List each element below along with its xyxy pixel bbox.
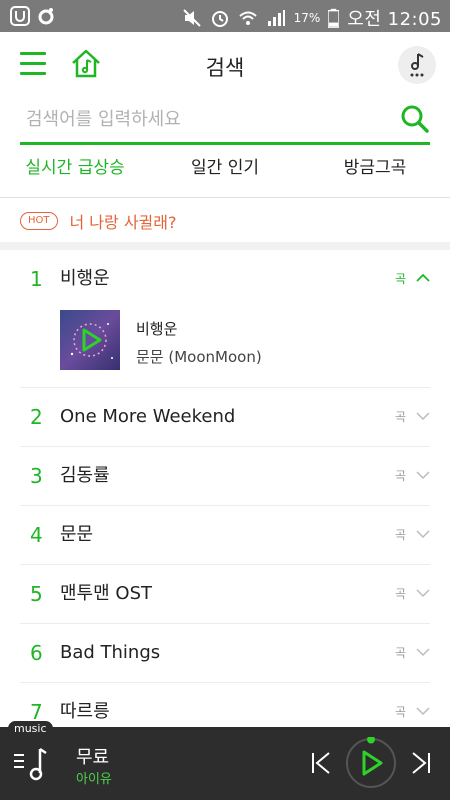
chart-row[interactable]: 5 맨투맨 OST 곡 (20, 565, 430, 624)
rank-number: 4 (30, 523, 43, 547)
alarm-icon (211, 11, 228, 27)
circle-icon (38, 8, 54, 25)
album-art[interactable] (60, 310, 120, 370)
battery-percent: 17% (293, 11, 321, 25)
song-title: 비행운 (136, 320, 178, 338)
mini-player: music 무료 아이유 (0, 721, 450, 800)
chevron-down-icon[interactable] (416, 704, 430, 718)
rank-keyword: One More Weekend (60, 406, 236, 427)
rank-keyword: Bad Things (60, 642, 161, 663)
rank-number: 6 (30, 641, 43, 665)
music-player-icon[interactable] (398, 46, 436, 84)
expanded-song-detail[interactable]: 비행운 문문 (MoonMoon) (20, 296, 430, 388)
signal-icon (267, 10, 285, 26)
rank-type: 곡 (394, 646, 406, 660)
chevron-up-icon[interactable] (416, 271, 430, 285)
rank-number: 2 (30, 405, 43, 429)
rank-keyword: 김동률 (60, 465, 110, 486)
battery-icon (328, 8, 340, 28)
rank-type: 곡 (394, 528, 406, 542)
now-playing-title[interactable]: 무료 (76, 743, 109, 769)
chart-tabs: 실시간 급상승 일간 인기 방금그곡 (0, 146, 450, 192)
mute-icon (182, 9, 201, 27)
search-input[interactable] (20, 102, 402, 136)
app-header: 검색 (0, 32, 450, 100)
clock: 오전 12:05 (347, 9, 442, 30)
rank-number: 5 (30, 582, 43, 606)
hot-keyword[interactable]: HOT 너 나랑 사귈래? (20, 207, 176, 235)
section-separator (0, 242, 450, 250)
rank-keyword: 맨투맨 OST (60, 583, 152, 604)
chevron-down-icon[interactable] (416, 586, 430, 600)
rank-type: 곡 (394, 469, 406, 483)
rank-type: 곡 (394, 410, 406, 424)
song-artist: 문문 (MoonMoon) (136, 348, 262, 366)
search-bar (20, 100, 430, 145)
divider (0, 197, 450, 198)
tab-realtime[interactable]: 실시간 급상승 (0, 146, 150, 192)
hot-keyword-text: 너 나랑 사귈래? (69, 213, 177, 232)
play-icon[interactable] (345, 737, 397, 789)
hot-badge: HOT (20, 212, 58, 230)
tab-just-that-song[interactable]: 방금그곡 (300, 146, 450, 192)
rank-number: 3 (30, 464, 43, 488)
chevron-down-icon[interactable] (416, 527, 430, 541)
chevron-down-icon[interactable] (416, 468, 430, 482)
tab-daily-popular[interactable]: 일간 인기 (150, 146, 300, 192)
chart-row[interactable]: 2 One More Weekend 곡 (20, 388, 430, 447)
next-icon[interactable] (410, 751, 432, 775)
play-overlay-icon (70, 323, 113, 359)
search-icon[interactable] (400, 104, 430, 134)
rank-keyword: 문문 (60, 524, 94, 545)
chart-row[interactable]: 3 김동률 곡 (20, 447, 430, 506)
now-playing-artist[interactable]: 아이유 (76, 768, 112, 787)
chart-row[interactable]: 4 문문 곡 (20, 506, 430, 565)
wifi-icon (238, 11, 257, 25)
status-bar: 17% 오전 12:05 (0, 0, 450, 32)
chevron-down-icon[interactable] (416, 409, 430, 423)
app-icon-u (10, 6, 30, 26)
rank-type: 곡 (394, 587, 406, 601)
playlist-icon[interactable] (12, 745, 52, 783)
chart-row[interactable]: 6 Bad Things 곡 (20, 624, 430, 683)
chevron-down-icon[interactable] (416, 645, 430, 659)
page-title: 검색 (205, 56, 245, 80)
music-tag: music (8, 721, 53, 736)
previous-icon[interactable] (310, 751, 332, 775)
